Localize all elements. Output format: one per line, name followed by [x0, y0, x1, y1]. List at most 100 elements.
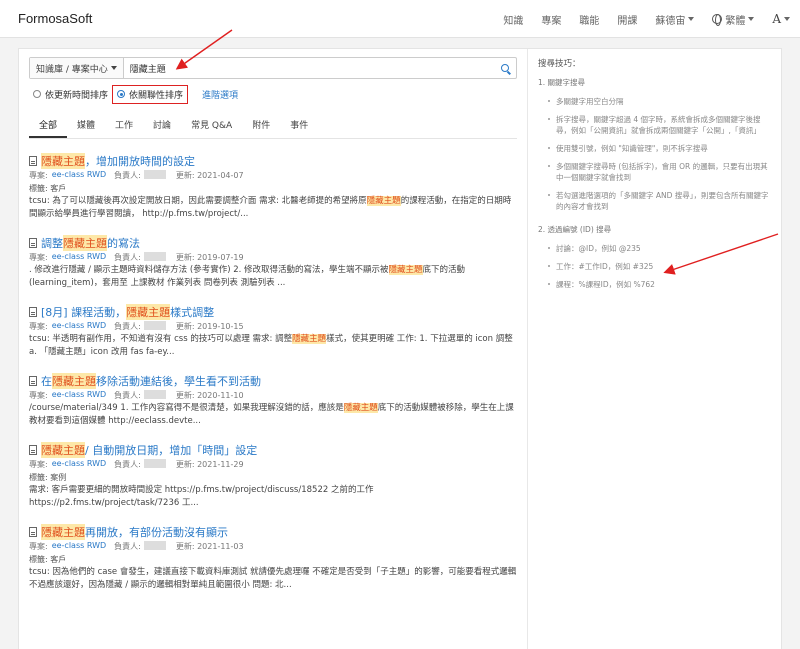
sort-by-relevance-label: 依關聯性排序: [129, 90, 184, 101]
project-link[interactable]: ee-class RWD: [52, 252, 106, 263]
nav-menu: 知識 專案 職能 開課 蘇德宙 繁體 A: [485, 0, 790, 38]
snippet-text: . 修改進行隱藏 / 顯示主題時資料儲存方法 (參考實作) 2. 修改取得活動的…: [29, 265, 389, 275]
language-menu[interactable]: 繁體: [712, 12, 755, 27]
sort-by-time[interactable]: 依更新時間排序: [29, 88, 108, 101]
list-item: 隱藏主題 再開放，有部份活動沒有顯示專案: ee-class RWD 負責人: 更新: …: [29, 524, 517, 592]
tab-all[interactable]: 全部: [29, 115, 68, 138]
document-icon: [29, 307, 37, 317]
owner-avatar-redacted: [143, 252, 166, 261]
updated-label: 更新: 2019-10-15: [175, 322, 244, 331]
project-link[interactable]: ee-class RWD: [52, 541, 106, 552]
keyword-highlight: 隱藏主題: [343, 403, 378, 413]
scope-label: 知識庫 / 專案中心: [36, 64, 108, 75]
owner-label: 負責人:: [114, 253, 141, 262]
result-meta: 專案: ee-class RWD 負責人: 更新: 2021-11-03: [29, 541, 517, 552]
tip-item: 若勾選進階選項的「多關鍵字 AND 搜尋」，則要包含所有關鍵字的內容才會找到: [548, 190, 774, 212]
results-column: 知識庫 / 專案中心 依更新時間排序 依關聯性排序 進階選項 全部 媒體 工作 …: [29, 57, 517, 606]
owner-avatar-redacted: [143, 390, 166, 399]
user-menu[interactable]: 蘇德宙: [655, 12, 695, 27]
tips-list: 討論：@ID，例如 @235 工作：#工作ID，例如 #325 課程：%課程ID，例…: [548, 243, 774, 290]
project-label: 專案:: [29, 460, 48, 469]
owner-label: 負責人:: [114, 542, 141, 551]
document-icon: [29, 238, 37, 248]
result-meta: 專案: ee-class RWD 負責人: 更新: 2021-04-07: [29, 170, 517, 181]
updated-label: 更新: 2021-11-03: [175, 542, 244, 551]
result-meta: 專案: ee-class RWD 負責人: 更新: 2020-11-10: [29, 390, 517, 401]
tips-title: 搜尋技巧：: [538, 59, 581, 69]
result-meta: 專案: ee-class RWD 負責人: 更新: 2021-11-29: [29, 459, 517, 470]
tab-events[interactable]: 事件: [280, 115, 318, 138]
brand-logo[interactable]: FormosaSoft: [18, 11, 92, 26]
title-text: 樣式調整: [170, 306, 215, 319]
nav-courses[interactable]: 開課: [617, 12, 637, 27]
document-icon: [29, 527, 37, 537]
result-snippet: tcsu: 半透明有副作用，不知道有沒有 css 的技巧可以處理 需求: 調整隱…: [29, 333, 517, 359]
title-text: 再開放，有部份活動沒有顯示: [85, 526, 228, 539]
result-snippet: . 修改進行隱藏 / 顯示主題時資料儲存方法 (參考實作) 2. 修改取得活動的…: [29, 264, 517, 290]
list-item: 隱藏主題 / 自動開放日期，增加「時間」設定專案: ee-class RWD 負責人…: [29, 442, 517, 510]
search-panel: 知識庫 / 專案中心 依更新時間排序 依關聯性排序 進階選項 全部 媒體 工作 …: [18, 48, 782, 649]
list-item: 調整 隱藏主題 的寫法 專案: ee-class RWD 負責人: 更新: 2019-07-…: [29, 235, 517, 290]
keyword-highlight: 隱藏主題: [41, 524, 85, 540]
tip-item: 課程：%課程ID，例如 %762: [548, 279, 774, 290]
tip-item: 多個關鍵字搜尋時 (包括拆字)，會用 OR 的邏輯，只要有出現其中一個關鍵字就會…: [548, 161, 774, 183]
result-tags: 標籤: 案例: [29, 473, 67, 482]
keyword-highlight: 隱藏主題: [366, 196, 401, 206]
document-icon: [29, 376, 37, 386]
owner-label: 負責人:: [114, 391, 141, 400]
radio-icon: [33, 90, 41, 98]
scope-select[interactable]: 知識庫 / 專案中心: [30, 58, 124, 78]
title-text: / 自動開放日期，增加「時間」設定: [85, 444, 258, 457]
chevron-down-icon: [784, 17, 790, 21]
tip-item: 討論：@ID，例如 @235: [548, 243, 774, 254]
advanced-options-link[interactable]: 進階選項: [202, 88, 238, 101]
tips-sections: 1. 關鍵字搜尋 多關鍵字用空白分隔 拆字搜尋，關鍵字超過 4 個字時，系統會拆成多…: [538, 77, 774, 290]
keyword-highlight: 隱藏主題: [292, 334, 327, 344]
search-input[interactable]: [123, 58, 494, 78]
document-icon: [29, 445, 37, 455]
owner-avatar-redacted: [143, 541, 166, 550]
project-link[interactable]: ee-class RWD: [52, 390, 106, 401]
nav-knowledge[interactable]: 知識: [503, 12, 523, 27]
list-item: [8月] 課程活動， 隱藏主題 樣式調整 專案: ee-class RWD 負責人: 更新:…: [29, 304, 517, 359]
result-title[interactable]: [8月] 課程活動， 隱藏主題 樣式調整: [29, 304, 517, 320]
result-title[interactable]: 隱藏主題 再開放，有部份活動沒有顯示: [29, 524, 517, 540]
sort-by-time-label: 依更新時間排序: [45, 90, 109, 101]
project-link[interactable]: ee-class RWD: [52, 170, 106, 181]
tab-discussions[interactable]: 討論: [143, 115, 181, 138]
nav-projects[interactable]: 專案: [541, 12, 561, 27]
result-title[interactable]: 在隱藏主題 移除活動連結後，學生看不到活動: [29, 373, 517, 389]
keyword-highlight: 隱藏主題: [126, 304, 171, 320]
project-label: 專案:: [29, 542, 48, 551]
result-snippet: tcsu: 為了可以隱藏後再次設定開放日期，因此需要調整介面 需求: 北醫老師提…: [29, 195, 517, 221]
tab-tasks[interactable]: 工作: [105, 115, 143, 138]
owner-avatar-redacted: [143, 321, 166, 330]
project-link[interactable]: ee-class RWD: [52, 459, 106, 470]
tips-section-heading: 2. 透過編號 (ID) 搜尋: [538, 225, 612, 234]
result-snippet: tcsu: 因為他們的 case 會發生，建議直接下載資料庫測試 就請優先處理囉…: [29, 566, 517, 592]
font-size-menu[interactable]: A: [772, 12, 790, 26]
search-button[interactable]: [494, 58, 516, 78]
nav-competency[interactable]: 職能: [579, 12, 599, 27]
title-text: [8月] 課程活動，: [41, 306, 127, 319]
keyword-highlight: 隱藏主題: [41, 442, 85, 458]
owner-label: 負責人:: [114, 460, 141, 469]
tab-faq[interactable]: 常見 Q&A: [181, 115, 242, 138]
font-size-icon: A: [772, 12, 781, 26]
result-title[interactable]: 隱藏主題 / 自動開放日期，增加「時間」設定: [29, 442, 517, 458]
tips-list: 多關鍵字用空白分隔 拆字搜尋，關鍵字超過 4 個字時，系統會拆成多個關鍵字後搜尋，…: [548, 96, 774, 212]
project-link[interactable]: ee-class RWD: [52, 321, 106, 332]
result-title[interactable]: 隱藏主題 ，增加開放時間的設定: [29, 153, 517, 169]
tip-item: 使用雙引號，例如 "知識管理"，則不拆字搜尋: [548, 143, 774, 154]
tab-media[interactable]: 媒體: [67, 115, 105, 138]
keyword-highlight: 隱藏主題: [41, 153, 85, 169]
result-title[interactable]: 調整 隱藏主題 的寫法: [29, 235, 517, 251]
list-item: 隱藏主題 ，增加開放時間的設定 專案: ee-class RWD 負責人: 更新: 202…: [29, 153, 517, 221]
sort-by-relevance[interactable]: 依關聯性排序: [112, 84, 189, 104]
tip-item: 工作：#工作ID，例如 #325: [548, 261, 774, 272]
title-text: ，增加開放時間的設定: [85, 155, 195, 168]
project-label: 專案:: [29, 253, 48, 262]
result-meta: 專案: ee-class RWD 負責人: 更新: 2019-07-19: [29, 252, 517, 263]
sort-options: 依更新時間排序 依關聯性排序 進階選項: [29, 84, 517, 104]
tab-attachments[interactable]: 附件: [242, 115, 280, 138]
